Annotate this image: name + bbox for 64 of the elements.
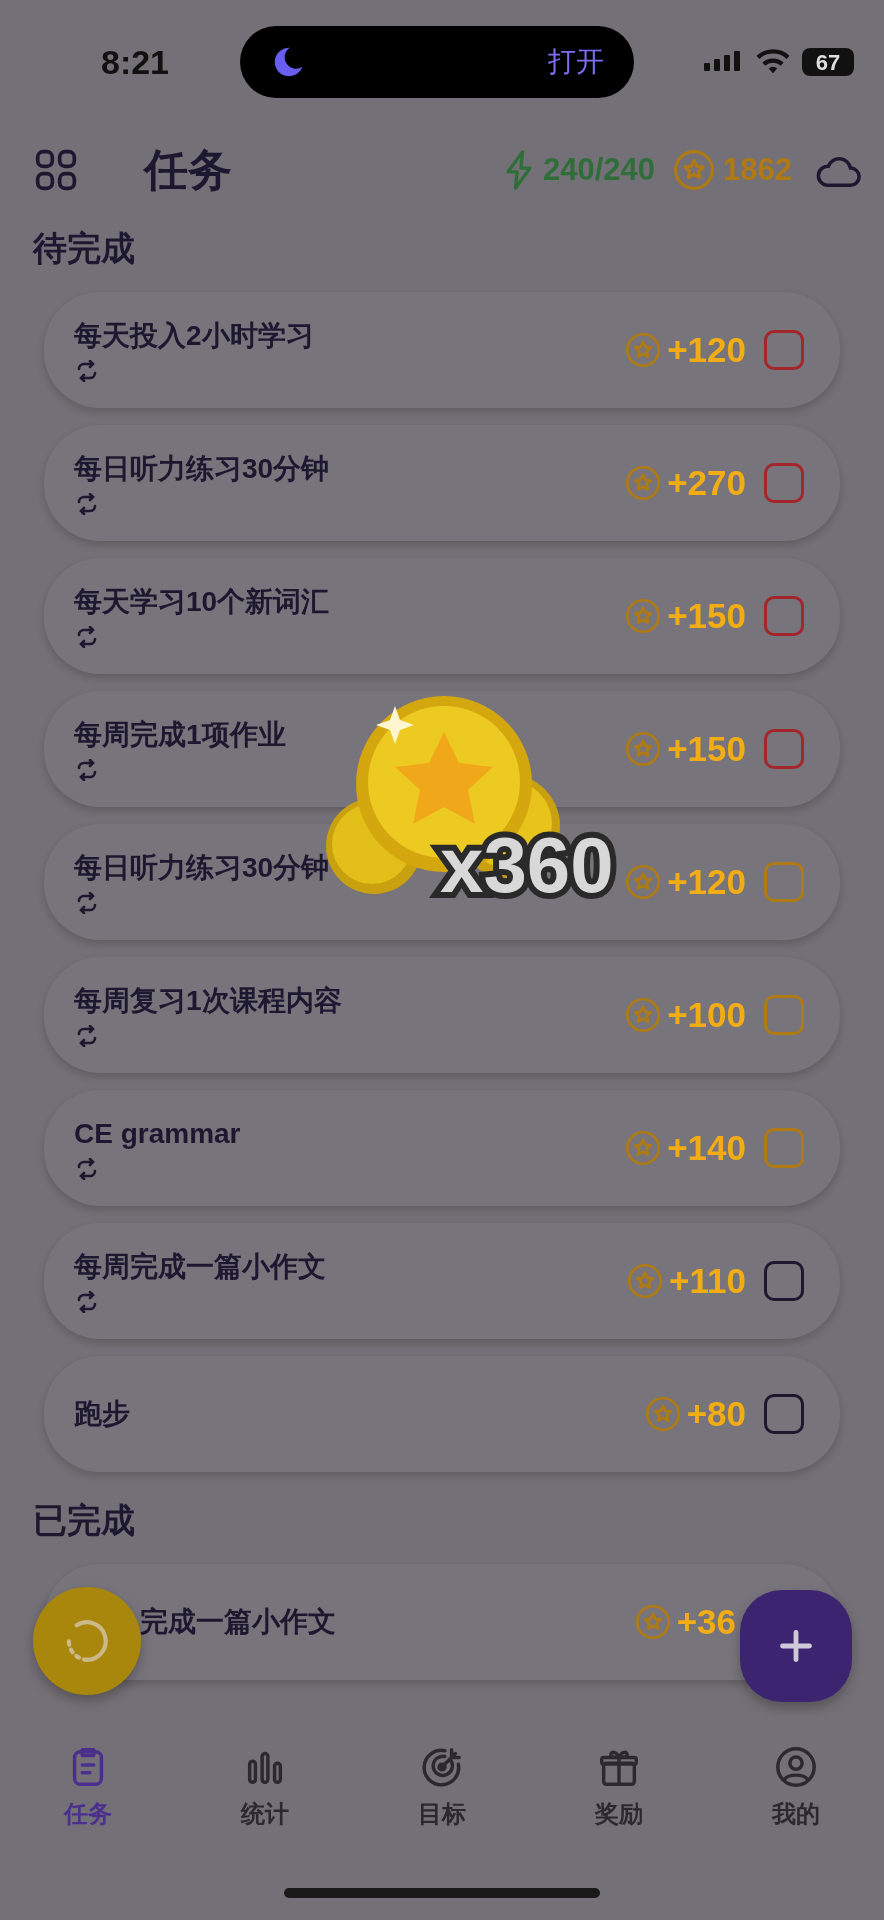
checkbox[interactable] [764,1128,804,1168]
checkbox[interactable] [764,463,804,503]
coin-icon [625,598,662,634]
task-points: +120 [667,860,746,903]
section-title: 待完成 [33,228,136,269]
checkbox[interactable] [764,862,804,902]
tab[interactable]: 统计 [176,1744,354,1832]
task-card[interactable]: 每周复习1次课程内容 +100 [44,957,840,1073]
task-points: +100 [667,993,746,1036]
status-time: 8:21 [99,41,171,83]
checkbox[interactable] [764,1394,804,1434]
task-name: 完成一篇小作文 [140,1605,336,1639]
task-name: 每天投入2小时学习 [74,319,314,353]
task-name: 跑步 [74,1397,130,1431]
checkbox[interactable] [764,729,804,769]
checkbox[interactable] [764,596,804,636]
add-button[interactable] [740,1590,852,1702]
task-points: +120 [667,328,746,371]
coin-icon [644,1396,681,1432]
wifi-icon [756,49,790,75]
coin-icon [625,731,662,767]
task-card[interactable]: 跑步 +80 [44,1356,840,1472]
coin-icon [625,332,662,368]
task-card[interactable]: 每天学习10个新词汇 +150 [44,558,840,674]
task-name: 每周完成一篇小作文 [74,1250,326,1284]
section-title: 已完成 [33,1500,136,1541]
task-points: +110 [669,1259,746,1302]
tab[interactable]: 任务 [0,1744,177,1832]
task-card[interactable]: 每周完成一篇小作文 +110 [44,1223,840,1339]
battery-indicator: 67 [802,48,854,76]
task-name: 每周完成1项作业 [74,718,286,752]
task-points: +270 [667,461,746,504]
task-points: +140 [667,1126,746,1169]
checkbox[interactable] [764,1261,804,1301]
page-title: 任务 [144,144,232,196]
checkbox[interactable] [764,330,804,370]
coin-icon [634,1604,671,1640]
coin-icon [627,1263,664,1299]
coin-balance: 1862 [723,150,792,189]
tab[interactable]: 奖励 [530,1744,708,1832]
task-card[interactable]: CE grammar +140 [44,1090,840,1206]
plus-icon [778,1628,814,1664]
task-points: +36 [676,1600,736,1643]
coin-icon [625,1130,662,1166]
grid-menu-icon[interactable] [34,148,78,192]
energy-count: 240/240 [542,150,656,189]
island-action[interactable]: 打开 [548,41,604,83]
tab[interactable]: 目标 [353,1744,531,1832]
checkbox[interactable] [764,995,804,1035]
task-name: 每日听力练习30分钟 [74,452,330,486]
task-points: +150 [667,594,746,637]
task-name: 每日听力练习30分钟 [74,851,330,885]
tab[interactable]: 我的 [707,1744,884,1832]
coin-icon [673,149,716,191]
coin-icon [625,997,662,1033]
task-name: 每天学习10个新词汇 [74,585,330,619]
task-card[interactable]: 每天投入2小时学习 +120 [44,292,840,408]
task-card[interactable]: 每日听力练习30分钟 +270 [44,425,840,541]
task-points: +150 [667,727,746,770]
coin-icon [625,465,662,501]
task-name: 每周复习1次课程内容 [74,984,342,1018]
task-points: +80 [686,1392,746,1435]
task-name: CE grammar [74,1117,241,1151]
coin-icon [625,864,662,900]
